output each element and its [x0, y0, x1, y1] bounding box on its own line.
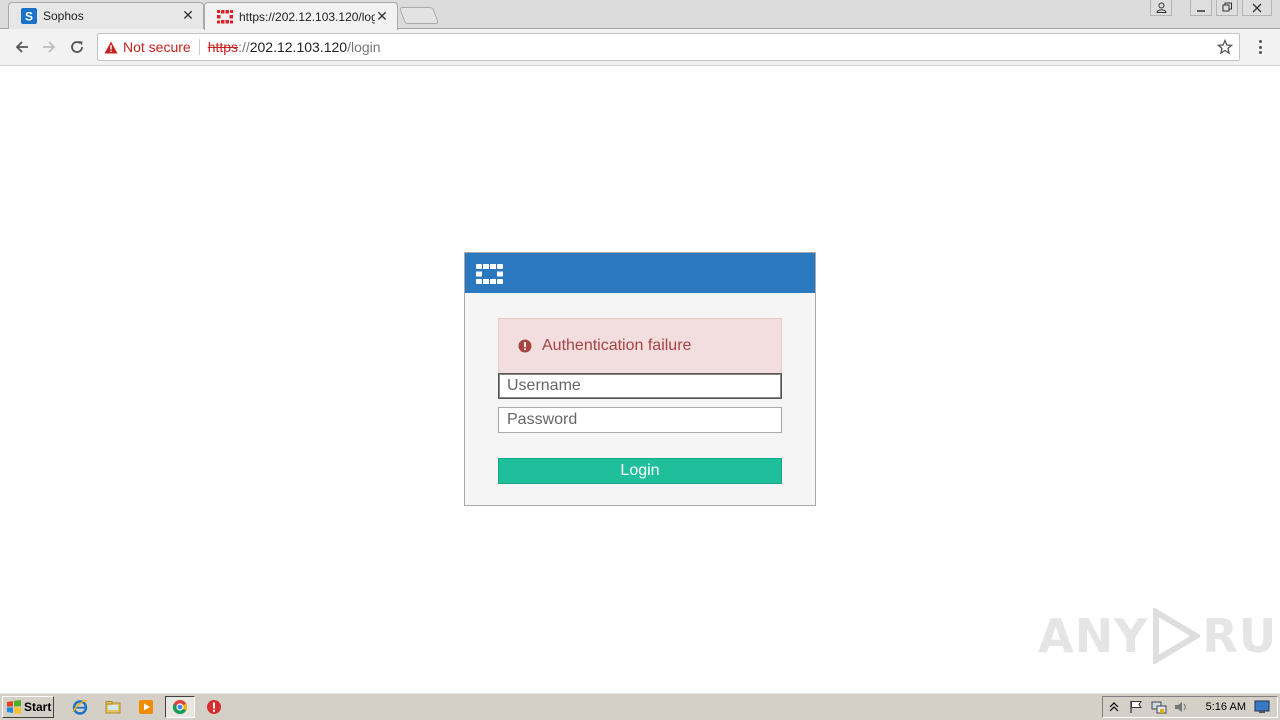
tab-sophos[interactable]: S Sophos ✕ [8, 2, 204, 29]
password-input[interactable] [498, 407, 782, 433]
media-player-icon[interactable] [137, 698, 155, 716]
tab-close-icon[interactable]: ✕ [375, 10, 389, 24]
tab-login[interactable]: https://202.12.103.120/login ✕ [204, 2, 398, 30]
back-arrow-icon[interactable] [12, 37, 32, 57]
sophos-favicon: S [21, 8, 37, 24]
login-button[interactable]: Login [498, 458, 782, 484]
restore-icon[interactable] [1216, 0, 1238, 16]
windows-flag-icon [7, 700, 21, 714]
anyrun-watermark: ANY RUN [1038, 608, 1280, 664]
window-controls [1150, 0, 1272, 16]
security-alert-icon[interactable] [205, 698, 223, 716]
play-triangle-icon [1153, 608, 1201, 664]
new-tab-button[interactable] [398, 7, 440, 24]
login-header [465, 253, 815, 293]
chrome-taskbar-icon[interactable] [165, 696, 195, 718]
tab-strip: S Sophos ✕ https://202.12.103.120/login … [0, 0, 1280, 30]
warning-icon [104, 39, 120, 55]
not-secure-label[interactable]: Not secure [123, 39, 191, 55]
browser-toolbar: Not secure https://202.12.103.120/login [0, 29, 1280, 66]
minimize-icon[interactable] [1190, 0, 1212, 16]
start-label: Start [24, 700, 52, 714]
watermark-right: RUN [1202, 609, 1280, 663]
tab-title: https://202.12.103.120/login [239, 9, 375, 24]
url-separator: :// [238, 39, 250, 55]
error-message: Authentication failure [542, 337, 692, 354]
action-center-flag-icon[interactable] [1129, 699, 1144, 715]
bookmark-star-icon[interactable] [1216, 38, 1234, 55]
clock[interactable]: 5:16 AM [1206, 701, 1246, 713]
show-desktop-icon[interactable] [1254, 699, 1270, 715]
user-profile-icon[interactable] [1150, 0, 1172, 16]
forward-arrow-icon[interactable] [39, 37, 59, 57]
url-path: /login [347, 39, 381, 55]
login-panel: Authentication failure Login [464, 252, 816, 506]
reload-icon[interactable] [67, 37, 87, 57]
volume-icon[interactable] [1174, 699, 1189, 715]
divider [198, 39, 200, 55]
svg-text:S: S [25, 10, 33, 24]
internet-explorer-icon[interactable] [71, 698, 89, 716]
fortinet-favicon [217, 9, 233, 25]
address-bar[interactable]: Not secure https://202.12.103.120/login [97, 33, 1240, 61]
username-input[interactable] [498, 373, 782, 399]
taskbar: Start 5:16 AM [0, 692, 1280, 720]
watermark-left: ANY [1038, 609, 1149, 663]
url-host: 202.12.103.120 [249, 39, 348, 55]
network-icon[interactable] [1151, 699, 1167, 715]
tray-expand-icon[interactable] [1107, 699, 1122, 715]
exclamation-circle-icon [518, 339, 532, 353]
file-explorer-icon[interactable] [104, 698, 122, 716]
close-window-icon[interactable] [1242, 0, 1272, 16]
browser-menu-icon[interactable] [1252, 39, 1268, 55]
url-scheme: https [207, 39, 239, 55]
start-button[interactable]: Start [2, 696, 54, 718]
tab-title: Sophos [43, 9, 84, 23]
error-alert: Authentication failure [498, 318, 782, 374]
system-tray: 5:16 AM [1102, 696, 1278, 718]
tab-close-icon[interactable]: ✕ [181, 9, 195, 23]
fortinet-logo-icon [476, 264, 503, 284]
